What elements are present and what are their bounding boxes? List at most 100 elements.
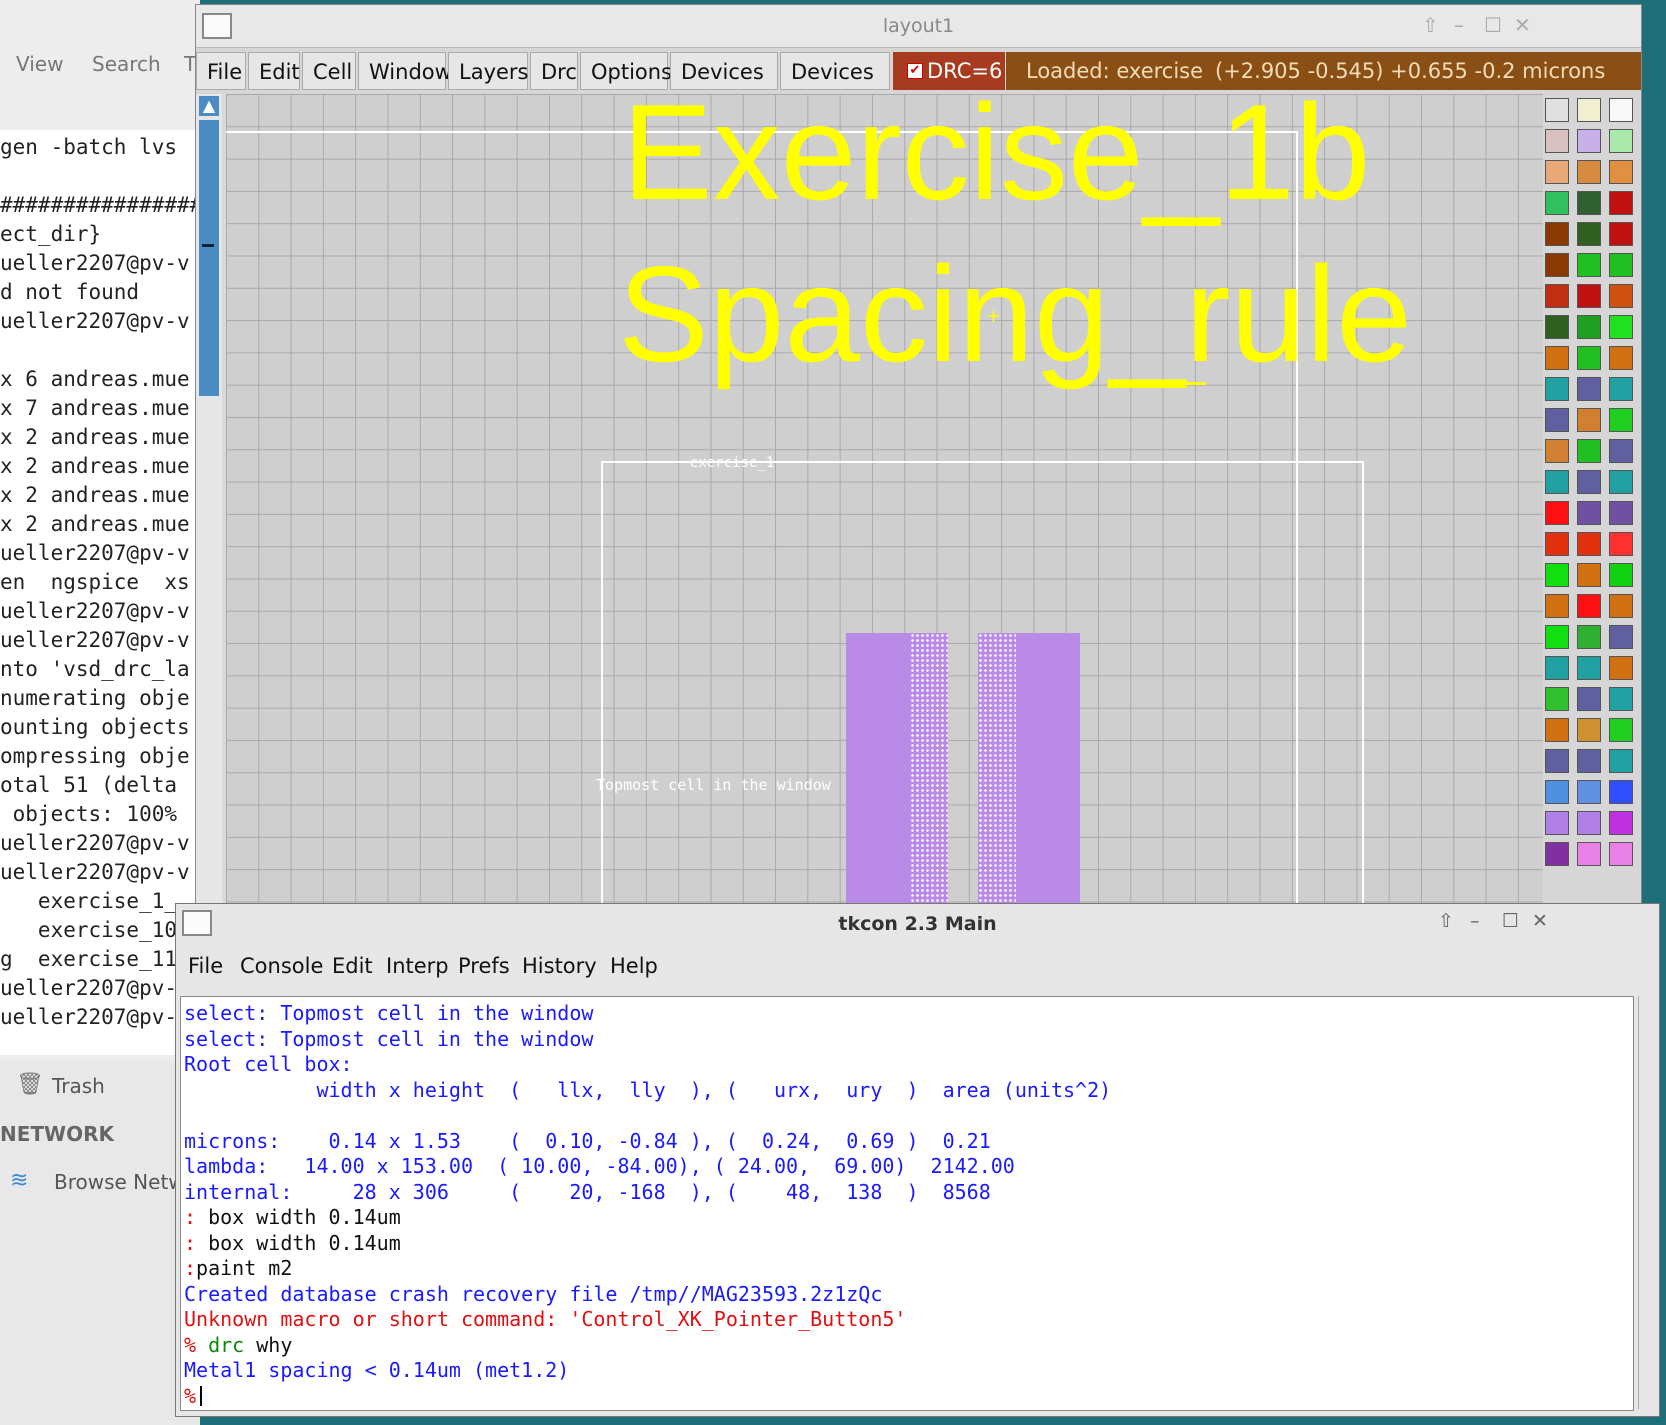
layer-swatch[interactable] — [1545, 253, 1569, 277]
layer-swatch[interactable] — [1545, 284, 1569, 308]
menu-layers[interactable]: Layers — [448, 52, 529, 90]
layer-swatch[interactable] — [1545, 687, 1569, 711]
tkcon-menu-edit[interactable]: Edit — [332, 954, 373, 978]
layer-swatch[interactable] — [1577, 98, 1601, 122]
layer-swatch[interactable] — [1577, 501, 1601, 525]
tkcon-maximize-icon[interactable]: ☐ — [1502, 910, 1519, 932]
layer-swatch[interactable] — [1577, 160, 1601, 184]
drc-status-button[interactable]: ✔ DRC=6 — [893, 52, 1005, 90]
layer-swatch[interactable] — [1577, 563, 1601, 587]
layer-swatch[interactable] — [1545, 439, 1569, 463]
metal1-shape-left[interactable] — [846, 633, 910, 911]
tkcon-titlebar[interactable]: tkcon 2.3 Main ⇧ – ☐ ✕ — [176, 904, 1659, 942]
tkcon-console-output[interactable]: select: Topmost cell in the window select… — [180, 996, 1634, 1411]
tkcon-menu-console[interactable]: Console — [240, 954, 323, 978]
layer-swatch[interactable] — [1545, 594, 1569, 618]
layer-swatch[interactable] — [1545, 191, 1569, 215]
scroll-thumb[interactable] — [199, 120, 219, 396]
layer-swatch[interactable] — [1609, 501, 1633, 525]
bg-trash-label[interactable]: Trash — [52, 1074, 105, 1098]
tkcon-menu-prefs[interactable]: Prefs — [458, 954, 510, 978]
layer-swatch[interactable] — [1609, 98, 1633, 122]
layer-swatch[interactable] — [1609, 811, 1633, 835]
layer-swatch[interactable] — [1609, 377, 1633, 401]
layer-swatch[interactable] — [1609, 315, 1633, 339]
layer-swatch[interactable] — [1545, 160, 1569, 184]
layer-swatch[interactable] — [1577, 377, 1601, 401]
layer-swatch[interactable] — [1545, 377, 1569, 401]
layer-swatch[interactable] — [1609, 563, 1633, 587]
layer-swatch[interactable] — [1609, 532, 1633, 556]
metal2-shape-left[interactable] — [910, 633, 948, 911]
bg-menu-search[interactable]: Search — [92, 52, 161, 76]
layer-swatch[interactable] — [1545, 470, 1569, 494]
layer-swatch[interactable] — [1609, 842, 1633, 866]
layer-swatch[interactable] — [1545, 222, 1569, 246]
metal2-shape-right[interactable] — [978, 633, 1016, 911]
layer-swatch[interactable] — [1609, 718, 1633, 742]
layer-swatch[interactable] — [1577, 439, 1601, 463]
layout-canvas[interactable]: Exercise_1b Spacing_rule + exercise_1 To… — [226, 94, 1559, 911]
layer-swatch[interactable] — [1545, 718, 1569, 742]
layer-swatch[interactable] — [1577, 470, 1601, 494]
layer-swatch[interactable] — [1545, 98, 1569, 122]
layer-swatch[interactable] — [1609, 191, 1633, 215]
tkcon-menu-file[interactable]: File — [188, 954, 223, 978]
layer-swatch[interactable] — [1609, 780, 1633, 804]
layer-swatch[interactable] — [1577, 222, 1601, 246]
scroll-up-arrow-icon[interactable]: ▲ — [199, 96, 219, 116]
layer-swatch[interactable] — [1577, 129, 1601, 153]
layer-swatch[interactable] — [1577, 749, 1601, 773]
layer-swatch[interactable] — [1545, 408, 1569, 432]
layer-swatch[interactable] — [1577, 253, 1601, 277]
tkcon-menu-history[interactable]: History — [522, 954, 597, 978]
layer-swatch[interactable] — [1609, 253, 1633, 277]
layout-vertical-scrollbar[interactable]: ▲ — [196, 94, 222, 911]
layer-swatch[interactable] — [1545, 315, 1569, 339]
tkcon-menu-interp[interactable]: Interp — [386, 954, 449, 978]
menu-file[interactable]: File — [196, 52, 246, 90]
layer-swatch[interactable] — [1545, 625, 1569, 649]
layer-swatch[interactable] — [1577, 315, 1601, 339]
tkcon-shade-icon[interactable]: ⇧ — [1438, 910, 1454, 932]
layer-swatch[interactable] — [1609, 470, 1633, 494]
layer-swatch[interactable] — [1609, 129, 1633, 153]
layer-swatch[interactable] — [1609, 160, 1633, 184]
metal1-shape-right[interactable] — [1016, 633, 1080, 911]
layer-swatch[interactable] — [1577, 656, 1601, 680]
layer-swatch[interactable] — [1545, 501, 1569, 525]
close-icon[interactable]: ✕ — [1514, 13, 1531, 37]
tkcon-menu-help[interactable]: Help — [610, 954, 658, 978]
layer-swatch[interactable] — [1545, 532, 1569, 556]
bg-browse-network[interactable]: Browse Netw — [54, 1170, 185, 1194]
layer-swatch[interactable] — [1577, 594, 1601, 618]
layer-swatch[interactable] — [1577, 408, 1601, 432]
layer-swatch[interactable] — [1545, 563, 1569, 587]
maximize-icon[interactable]: ☐ — [1484, 13, 1502, 37]
layer-swatch[interactable] — [1609, 408, 1633, 432]
layer-swatch[interactable] — [1609, 346, 1633, 370]
layer-swatch[interactable] — [1577, 191, 1601, 215]
layer-swatch[interactable] — [1545, 346, 1569, 370]
layer-swatch[interactable] — [1609, 222, 1633, 246]
layer-swatch[interactable] — [1577, 811, 1601, 835]
layer-swatch[interactable] — [1545, 811, 1569, 835]
drc-checkbox-icon[interactable]: ✔ — [907, 63, 923, 79]
tkcon-scrollbar[interactable] — [1638, 996, 1657, 1409]
menu-devices-2[interactable]: Devices 2 — [780, 52, 890, 122]
shade-icon[interactable]: ⇧ — [1422, 13, 1439, 37]
layer-swatch[interactable] — [1609, 687, 1633, 711]
layer-swatch[interactable] — [1609, 284, 1633, 308]
tkcon-close-icon[interactable]: ✕ — [1532, 910, 1548, 932]
bg-menu-view[interactable]: View — [16, 52, 63, 76]
layer-swatch[interactable] — [1609, 656, 1633, 680]
menu-window[interactable]: Window — [358, 52, 452, 90]
layer-swatch[interactable] — [1545, 842, 1569, 866]
layer-swatch[interactable] — [1545, 749, 1569, 773]
layer-swatch[interactable] — [1609, 594, 1633, 618]
layer-swatch[interactable] — [1577, 687, 1601, 711]
layer-swatch[interactable] — [1577, 842, 1601, 866]
minimize-icon[interactable]: – — [1454, 13, 1464, 37]
tkcon-minimize-icon[interactable]: – — [1470, 910, 1480, 932]
menu-edit[interactable]: Edit — [248, 52, 300, 90]
